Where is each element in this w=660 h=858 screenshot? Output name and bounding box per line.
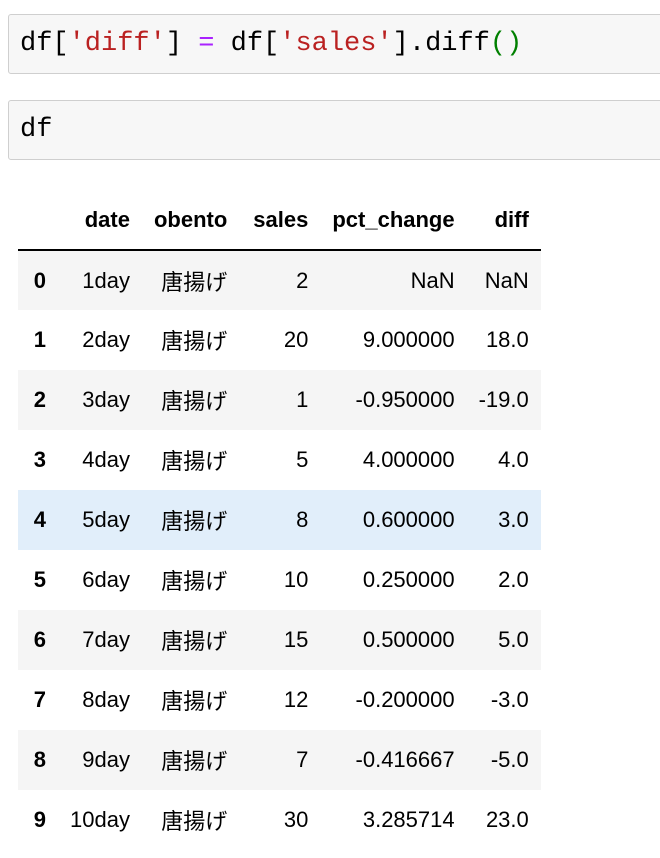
- cell-sales: 1: [296, 387, 309, 412]
- code-token: df[: [214, 29, 280, 59]
- row-index: 4: [33, 507, 46, 532]
- cell-date: 5day: [82, 507, 130, 532]
- cell-obento: 唐揚げ: [161, 449, 228, 474]
- table-row: 6 7day 唐揚げ 15 0.500000 5.0: [18, 610, 541, 670]
- code-token: ]: [165, 29, 199, 59]
- cell-sales: 7: [296, 747, 309, 772]
- cell-sales: 8: [296, 507, 309, 532]
- row-index: 1: [33, 327, 46, 352]
- table-header-row: date obento sales pct_change diff: [18, 190, 541, 251]
- cell-pct-change: 9.000000: [362, 327, 455, 352]
- code-token: ].diff: [392, 29, 490, 59]
- row-index: 0: [33, 267, 46, 293]
- header-index: [18, 190, 58, 251]
- code-token: df: [20, 115, 53, 145]
- header-date: date: [58, 190, 142, 251]
- table-row: 5 6day 唐揚げ 10 0.250000 2.0: [18, 550, 541, 610]
- cell-diff: 2.0: [498, 567, 529, 592]
- cell-sales: 20: [283, 327, 309, 352]
- header-sales: sales: [241, 190, 321, 251]
- cell-date: 10day: [70, 807, 130, 832]
- dataframe-table: date obento sales pct_change diff 0 1day 唐…: [18, 190, 541, 850]
- cell-sales: 15: [283, 627, 309, 652]
- cell-date: 9day: [82, 747, 130, 772]
- row-index: 6: [33, 627, 46, 652]
- cell-diff: 18.0: [485, 327, 529, 352]
- cell-obento: 唐揚げ: [161, 569, 228, 594]
- cell-obento: 唐揚げ: [161, 509, 228, 534]
- cell-date: 8day: [82, 687, 130, 712]
- cell-diff: NaN: [484, 267, 529, 293]
- cell-date: 3day: [82, 387, 130, 412]
- cell-pct-change: 4.000000: [362, 447, 455, 472]
- row-index: 8: [33, 747, 46, 772]
- row-index: 9: [33, 807, 46, 832]
- cell-diff: -5.0: [490, 747, 529, 772]
- cell-obento: 唐揚げ: [161, 389, 228, 414]
- cell-diff: 3.0: [498, 507, 529, 532]
- cell-date: 4day: [82, 447, 130, 472]
- cell-obento: 唐揚げ: [161, 629, 228, 654]
- cell-pct-change: NaN: [410, 267, 455, 293]
- cell-pct-change: -0.200000: [355, 687, 455, 712]
- row-index: 3: [33, 447, 46, 472]
- cell-obento: 唐揚げ: [161, 809, 228, 834]
- table-row: 1 2day 唐揚げ 20 9.000000 18.0: [18, 310, 541, 370]
- row-index: 7: [33, 687, 46, 712]
- header-pct-change: pct_change: [320, 190, 467, 251]
- table-row: 9 10day 唐揚げ 30 3.285714 23.0: [18, 790, 541, 850]
- table-row: 3 4day 唐揚げ 5 4.000000 4.0: [18, 430, 541, 490]
- cell-obento: 唐揚げ: [161, 689, 228, 714]
- cell-date: 2day: [82, 327, 130, 352]
- cell-obento: 唐揚げ: [161, 329, 228, 354]
- header-obento: obento: [141, 190, 242, 251]
- cell-pct-change: 0.600000: [362, 507, 455, 532]
- cell-pct-change: 3.285714: [362, 807, 455, 832]
- cell-pct-change: 0.500000: [362, 627, 455, 652]
- cell-diff: 23.0: [485, 807, 529, 832]
- cell-date: 7day: [82, 627, 130, 652]
- cell-sales: 5: [296, 447, 309, 472]
- table-row: 7 8day 唐揚げ 12 -0.200000 -3.0: [18, 670, 541, 730]
- code-token: =: [198, 29, 215, 59]
- cell-diff: 4.0: [498, 447, 529, 472]
- cell-sales: 12: [283, 687, 309, 712]
- table-row: 4 5day 唐揚げ 8 0.600000 3.0: [18, 490, 541, 550]
- cell-diff: 5.0: [498, 627, 529, 652]
- header-diff: diff: [466, 190, 541, 251]
- code-token: (): [489, 29, 523, 59]
- code-token: 'sales': [279, 29, 393, 59]
- code-cell-diff[interactable]: df['diff'] = df['sales'].diff(): [8, 14, 660, 74]
- cell-pct-change: -0.416667: [355, 747, 455, 772]
- cell-sales: 2: [296, 267, 309, 293]
- cell-pct-change: 0.250000: [362, 567, 455, 592]
- cell-pct-change: -0.950000: [355, 387, 455, 412]
- table-row: 2 3day 唐揚げ 1 -0.950000 -19.0: [18, 370, 541, 430]
- cell-sales: 10: [283, 567, 309, 592]
- cell-obento: 唐揚げ: [161, 749, 228, 774]
- code-cell-df[interactable]: df: [8, 100, 660, 160]
- cell-obento: 唐揚げ: [161, 269, 228, 295]
- cell-date: 1day: [82, 267, 130, 293]
- cell-date: 6day: [82, 567, 130, 592]
- row-index: 5: [33, 567, 46, 592]
- code-token: df[: [20, 29, 69, 59]
- row-index: 2: [33, 387, 46, 412]
- cell-diff: -19.0: [478, 387, 529, 412]
- cell-diff: -3.0: [490, 687, 529, 712]
- code-token: 'diff': [68, 29, 166, 59]
- cell-sales: 30: [283, 807, 309, 832]
- table-row: 8 9day 唐揚げ 7 -0.416667 -5.0: [18, 730, 541, 790]
- table-row: 0 1day 唐揚げ 2 NaN NaN: [18, 250, 541, 310]
